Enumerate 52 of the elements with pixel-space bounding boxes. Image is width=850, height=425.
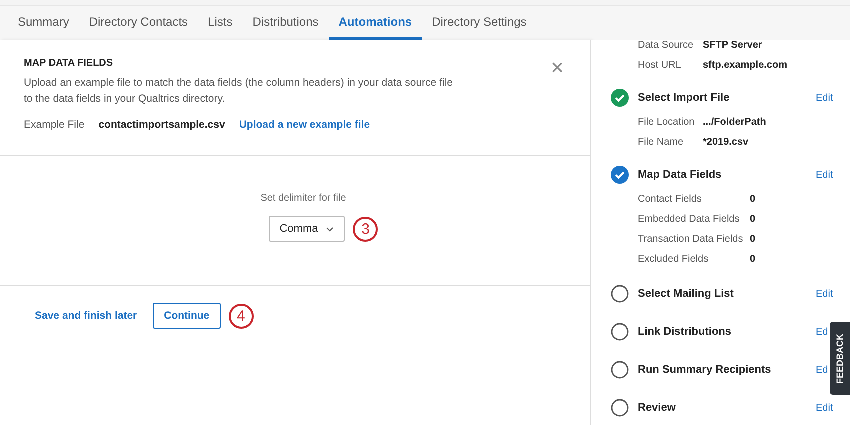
detail-value: 0 — [750, 254, 756, 265]
detail-value: sftp.example.com — [703, 60, 788, 71]
save-later-link[interactable]: Save and finish later — [35, 310, 138, 322]
detail-label: File Name — [638, 137, 685, 148]
example-file-label: Example File — [24, 119, 85, 131]
detail-label: Host URL — [638, 60, 682, 71]
step-title: Select Import File — [638, 92, 731, 104]
detail-value: SFTP Server — [703, 40, 762, 51]
nav-tab[interactable]: Distributions — [242, 6, 329, 40]
detail-label: Embedded Data Fields — [638, 214, 741, 225]
edit-link[interactable]: Edit — [816, 170, 834, 180]
edit-link[interactable]: Edit — [816, 92, 834, 104]
detail-value: 0 — [750, 214, 756, 225]
delimiter-dropdown[interactable]: Comma — [268, 216, 346, 242]
edit-link[interactable]: Ed — [816, 364, 828, 376]
continue-button[interactable]: Continue — [153, 303, 221, 329]
detail-label: Data Source — [638, 40, 695, 51]
empty-circle-icon — [611, 323, 629, 341]
feedback-tab[interactable]: FEEDBACK — [830, 322, 850, 395]
nav-tab[interactable]: Directory Contacts — [79, 6, 198, 40]
example-file-name: contactimportsample.csv — [98, 119, 226, 131]
nav-tab[interactable]: Summary — [8, 6, 80, 40]
nav-tab[interactable]: Lists — [198, 6, 243, 40]
edit-link[interactable]: Ed — [816, 326, 828, 338]
detail-label: Excluded Fields — [638, 254, 710, 265]
empty-circle-icon — [611, 399, 629, 417]
empty-circle-icon — [611, 361, 629, 379]
delimiter-label: Set delimiter for file — [260, 193, 346, 204]
edit-link[interactable]: Edit — [816, 402, 834, 414]
detail-value: .../FolderPath — [703, 117, 766, 128]
step-callout: 4 — [228, 304, 254, 328]
step-title: Select Mailing List — [638, 288, 735, 300]
edit-link[interactable]: Edit — [816, 288, 834, 300]
step-title: Run Summary Recipients — [638, 364, 772, 376]
panel-description: Upload an example file to match the data fields (the column headers) in your data source file to the data fields in your Qualtrics directory. — [24, 76, 454, 107]
detail-value: 0 — [750, 234, 756, 245]
check-circle-icon — [611, 166, 629, 184]
step-callout: 3 — [353, 216, 378, 242]
detail-value: 0 — [750, 194, 756, 205]
caret-icon — [326, 226, 334, 232]
upload-link[interactable]: Upload a new example file — [239, 119, 370, 131]
detail-label: Transaction Data Fields — [638, 234, 744, 245]
empty-circle-icon — [611, 285, 629, 303]
check-circle-icon — [611, 89, 629, 107]
step-title: Review — [638, 402, 677, 414]
nav-tab[interactable]: Directory Settings — [422, 6, 537, 40]
step-title: Link Distributions — [638, 326, 732, 338]
detail-label: Contact Fields — [638, 194, 703, 205]
detail-value: *2019.csv — [703, 137, 749, 148]
step-title: Map Data Fields — [638, 169, 723, 181]
detail-label: File Location — [638, 117, 696, 128]
panel-title: MAP DATA FIELDS — [24, 58, 114, 69]
